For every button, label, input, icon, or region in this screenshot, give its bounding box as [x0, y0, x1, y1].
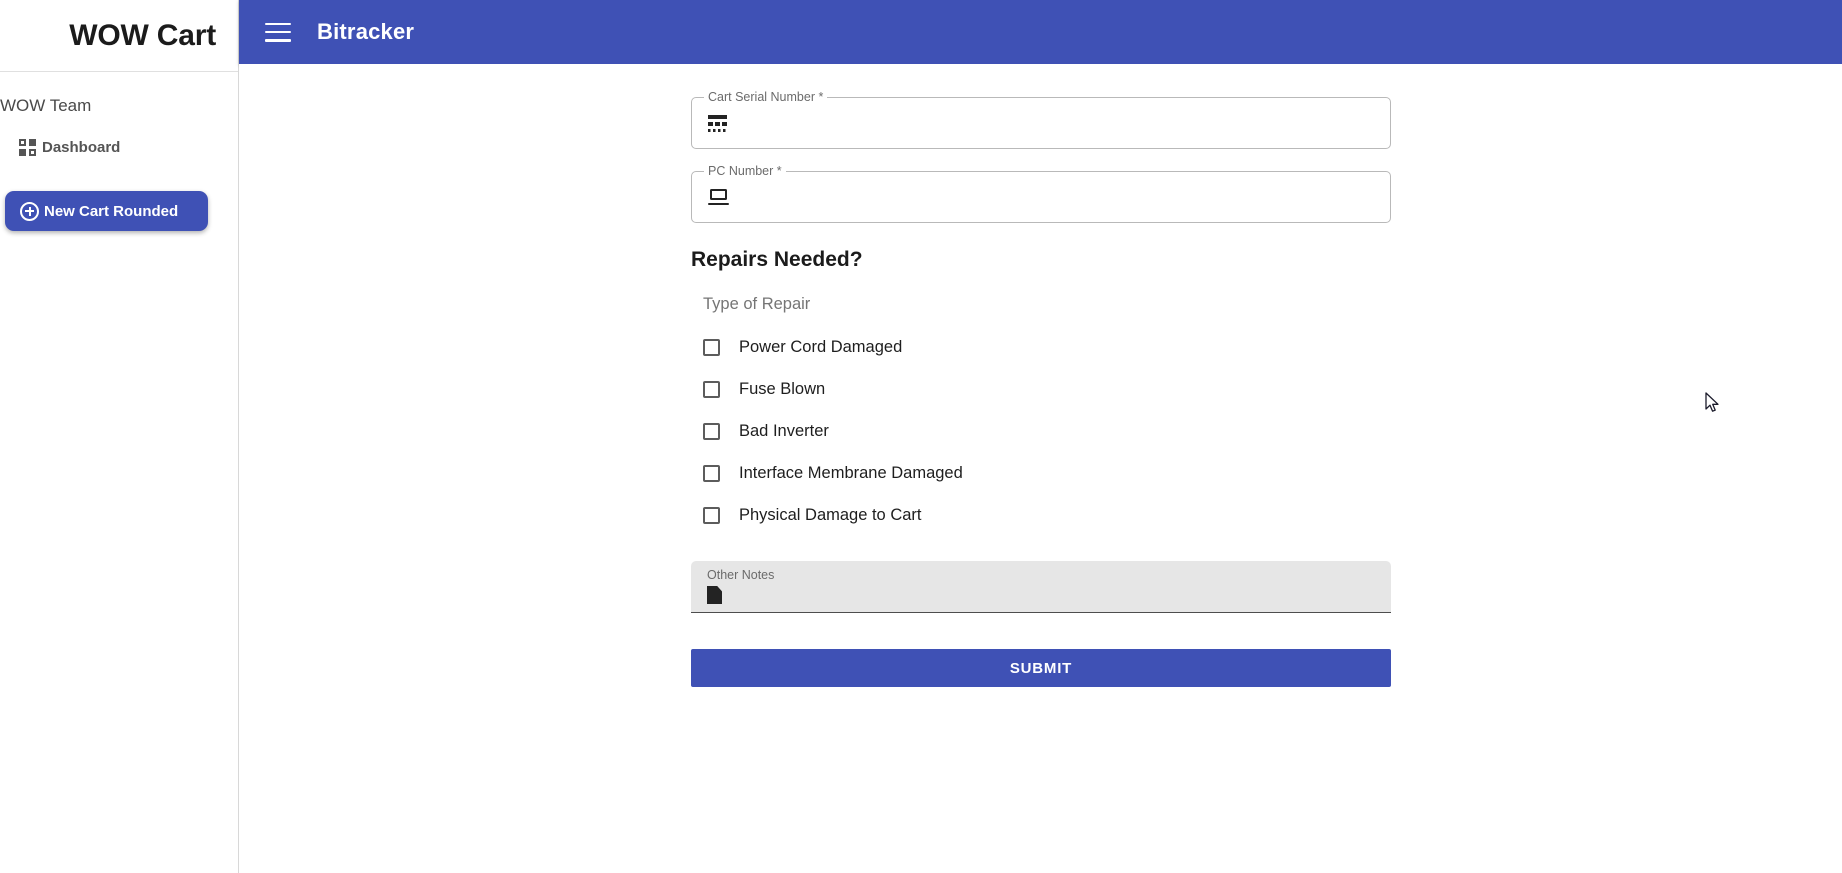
cart-serial-number-label: Cart Serial Number * — [704, 90, 828, 104]
repair-option-label: Power Cord Damaged — [739, 337, 903, 356]
plus-circle-icon — [20, 201, 39, 221]
repair-option-row[interactable]: Fuse Blown — [691, 368, 1391, 410]
team-label: WOW Team — [0, 96, 92, 115]
checkbox-interface-membrane-damaged[interactable] — [703, 464, 720, 482]
app-brand-title: WOW Cart — [69, 18, 216, 52]
sidebar-nav: Dashboard — [0, 134, 238, 160]
type-of-repair-label: Type of Repair — [703, 295, 811, 313]
checkbox-power-cord-damaged[interactable] — [703, 338, 720, 356]
checkbox-physical-damage-to-cart[interactable] — [703, 506, 720, 524]
repair-option-label: Interface Membrane Damaged — [739, 463, 963, 482]
repair-option-label: Physical Damage to Cart — [739, 505, 922, 524]
other-notes-field[interactable]: Other Notes — [691, 561, 1391, 613]
pc-number-field[interactable]: PC Number * — [691, 164, 1391, 223]
pc-number-label: PC Number * — [704, 164, 786, 178]
pc-number-input[interactable] — [731, 187, 1390, 207]
new-cart-button-label: New Cart Rounded — [44, 202, 179, 220]
laptop-icon — [708, 189, 729, 205]
other-notes-label: Other Notes — [707, 568, 775, 582]
sidebar-brand-area: WOW Cart — [0, 0, 238, 72]
repair-option-row[interactable]: Physical Damage to Cart — [691, 494, 1391, 536]
cart-serial-number-field[interactable]: Cart Serial Number * — [691, 90, 1391, 149]
repair-options-list: Power Cord Damaged Fuse Blown Bad Invert… — [691, 326, 1391, 536]
repair-option-row[interactable]: Interface Membrane Damaged — [691, 452, 1391, 494]
repair-option-row[interactable]: Bad Inverter — [691, 410, 1391, 452]
cart-repair-form: Cart Serial Number * PC Number * Repairs… — [691, 90, 1391, 687]
sidebar-item-dashboard[interactable]: Dashboard — [0, 134, 238, 160]
repair-option-label: Fuse Blown — [739, 379, 826, 398]
hamburger-menu-icon[interactable] — [265, 22, 291, 42]
cart-serial-number-input[interactable] — [727, 113, 1390, 133]
document-icon — [707, 586, 722, 604]
main-content: Cart Serial Number * PC Number * Repairs… — [239, 64, 1842, 873]
app-bar: Bitracker — [239, 0, 1842, 64]
sidebar-item-label: Dashboard — [42, 138, 121, 156]
submit-button[interactable]: SUBMIT — [691, 649, 1391, 687]
dashboard-grid-icon — [19, 138, 36, 156]
new-cart-rounded-button[interactable]: New Cart Rounded — [5, 191, 208, 231]
repair-option-label: Bad Inverter — [739, 421, 829, 440]
repair-option-row[interactable]: Power Cord Damaged — [691, 326, 1391, 368]
checkbox-fuse-blown[interactable] — [703, 380, 720, 398]
sidebar: WOW Cart WOW Team Dashboard New Cart Rou… — [0, 0, 239, 873]
app-bar-title: Bitracker — [317, 19, 415, 44]
checkbox-bad-inverter[interactable] — [703, 422, 720, 440]
repairs-needed-heading: Repairs Needed? — [691, 248, 863, 271]
barcode-icon — [708, 114, 727, 132]
